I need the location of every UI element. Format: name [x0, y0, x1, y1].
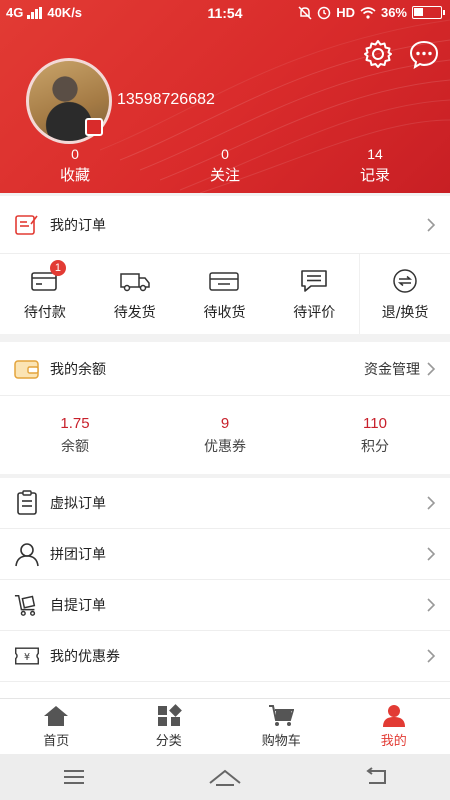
bottom-tab-bar: 首页 分类 购物车 我的: [0, 698, 450, 754]
stat-following[interactable]: 0 关注: [150, 146, 300, 185]
category-icon: [157, 704, 182, 726]
stat-value: 0: [71, 146, 79, 162]
box-icon: [209, 272, 240, 291]
stats-row: 0 收藏 0 关注 14 记录: [0, 146, 450, 185]
profile-icon: [382, 705, 405, 727]
balance-grid: 1.75 余额 9 优惠券 110 积分: [0, 396, 450, 474]
back-icon[interactable]: [363, 767, 389, 787]
wifi-icon: [360, 6, 376, 19]
menu-icon[interactable]: [61, 767, 87, 787]
balance-value: 110: [363, 414, 387, 432]
comment-icon: [301, 270, 328, 292]
user-phone: 13598726682: [117, 91, 215, 108]
stat-value: 0: [221, 146, 229, 162]
status-bar: 4G 40K/s 11:54 HD 36%: [0, 0, 450, 28]
menu-group-orders[interactable]: 拼团订单: [0, 529, 450, 580]
order-label: 退/换货: [381, 305, 429, 321]
tab-label: 购物车: [261, 734, 301, 749]
order-pending-review[interactable]: 待评价: [269, 254, 359, 334]
gear-icon[interactable]: [362, 38, 394, 70]
cart-icon: [269, 705, 295, 726]
balance-coupons[interactable]: 9 优惠券: [150, 415, 300, 456]
order-pending-payment[interactable]: 1 待付款: [0, 254, 90, 334]
menu-list: 虚拟订单 拼团订单 自提订单 ¥ 我的优惠券: [0, 478, 450, 698]
chevron-right-icon: [427, 547, 436, 561]
orders-header[interactable]: 我的订单: [0, 196, 450, 254]
order-label: 待评价: [293, 305, 336, 321]
chevron-right-icon: [427, 649, 436, 663]
menu-pickup-orders[interactable]: 自提订单: [0, 580, 450, 631]
menu-label: 拼团订单: [50, 547, 106, 563]
stat-history[interactable]: 14 记录: [300, 146, 450, 185]
avatar-badge: [85, 118, 103, 136]
balance-title: 我的余额: [50, 361, 106, 378]
battery-icon: [412, 6, 445, 19]
chevron-right-icon: [427, 361, 436, 376]
fund-management-link: 资金管理: [364, 361, 420, 378]
coupon-icon: ¥: [14, 643, 40, 669]
chevron-right-icon: [427, 217, 436, 232]
hd-label: HD: [336, 5, 355, 20]
mute-icon: [298, 5, 312, 20]
tab-label: 我的: [380, 734, 407, 749]
menu-my-coupons[interactable]: ¥ 我的优惠券: [0, 631, 450, 682]
battery-percent: 36%: [380, 5, 407, 20]
balance-points[interactable]: 110 积分: [300, 415, 450, 456]
menu-label: 我的优惠券: [50, 649, 120, 665]
unpaid-count-badge: 1: [49, 260, 66, 276]
tab-label: 首页: [43, 734, 70, 749]
orders-title: 我的订单: [50, 217, 106, 234]
exchange-icon: [393, 269, 417, 293]
balance-amount[interactable]: 1.75 余额: [0, 415, 150, 456]
home-icon: [44, 706, 69, 726]
menu-label: 自提订单: [50, 598, 106, 614]
menu-virtual-orders[interactable]: 虚拟订单: [0, 478, 450, 529]
clipboard-icon: [14, 490, 40, 516]
balance-label: 余额: [61, 438, 89, 455]
tab-category[interactable]: 分类: [113, 699, 226, 754]
tab-label: 分类: [155, 734, 182, 749]
order-label: 待付款: [23, 305, 66, 321]
user-icon: [14, 541, 40, 567]
order-pending-shipment[interactable]: 待发货: [90, 254, 180, 334]
balance-header[interactable]: 我的余额 资金管理: [0, 342, 450, 396]
tab-cart[interactable]: 购物车: [225, 699, 338, 754]
chevron-right-icon: [427, 598, 436, 612]
balance-card: 我的余额 资金管理 1.75 余额 9 优惠券 110 积分: [0, 342, 450, 474]
system-nav-bar: [0, 754, 450, 800]
cart-pickup-icon: [14, 592, 40, 618]
purse-icon: [14, 356, 40, 382]
truck-icon: [119, 273, 150, 292]
balance-value: 9: [220, 414, 230, 432]
order-list-icon: [14, 212, 40, 238]
alarm-icon: [317, 6, 331, 19]
order-label: 待发货: [113, 305, 156, 321]
profile-header: 4G 40K/s 11:54 HD 36% 13598726682 0 收藏 0…: [0, 0, 450, 193]
orders-card: 我的订单 1 待付款 待发货 待收货 待评价 退/换货: [0, 196, 450, 334]
balance-label: 积分: [361, 438, 389, 455]
chevron-right-icon: [427, 496, 436, 510]
order-status-grid: 1 待付款 待发货 待收货 待评价 退/换货: [0, 254, 450, 334]
stat-favorites[interactable]: 0 收藏: [0, 146, 150, 185]
stat-label: 记录: [359, 166, 390, 184]
svg-text:¥: ¥: [24, 652, 30, 663]
stat-label: 收藏: [59, 166, 90, 184]
stat-label: 关注: [209, 166, 240, 184]
tab-profile[interactable]: 我的: [338, 699, 450, 754]
order-pending-receipt[interactable]: 待收货: [180, 254, 270, 334]
balance-label: 优惠券: [204, 438, 246, 455]
menu-label: 虚拟订单: [50, 496, 106, 512]
tab-home[interactable]: 首页: [0, 699, 113, 754]
balance-value: 1.75: [60, 414, 90, 432]
chat-icon[interactable]: [408, 38, 440, 70]
home-nav-icon[interactable]: [208, 767, 242, 787]
order-return-exchange[interactable]: 退/换货: [359, 254, 450, 334]
stat-value: 14: [367, 146, 383, 162]
order-label: 待收货: [203, 305, 246, 321]
